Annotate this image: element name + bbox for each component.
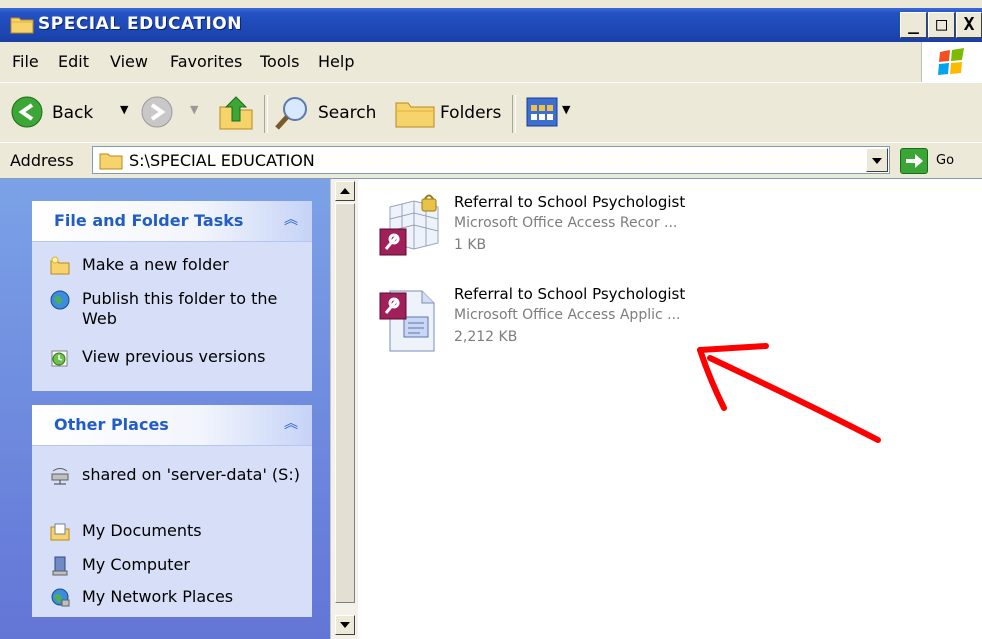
go-arrow-icon xyxy=(906,154,923,168)
close-button[interactable]: X xyxy=(956,12,982,38)
place-label: My Documents xyxy=(82,521,202,540)
toolbar-separator xyxy=(512,95,516,133)
search-button[interactable]: Search xyxy=(318,103,376,123)
views-dropdown-icon[interactable]: ▼ xyxy=(562,103,570,116)
address-bar: Address S:\SPECIAL EDUCATION Go xyxy=(0,142,982,179)
maximize-button[interactable]: □ xyxy=(928,12,955,38)
views-icon[interactable] xyxy=(526,97,558,127)
address-value: S:\SPECIAL EDUCATION xyxy=(129,151,315,170)
chevron-down-icon xyxy=(872,158,882,164)
folders-icon[interactable] xyxy=(394,95,436,131)
publish-web-icon xyxy=(50,290,70,310)
title-bar[interactable]: SPECIAL EDUCATION _ □ X xyxy=(0,8,982,42)
menu-help[interactable]: Help xyxy=(318,52,354,71)
new-folder-icon xyxy=(50,256,70,275)
forward-dropdown-icon[interactable]: ▼ xyxy=(190,103,198,116)
file-name: Referral to School Psychologist xyxy=(454,285,686,303)
scroll-thumb[interactable] xyxy=(335,203,355,603)
folders-button[interactable]: Folders xyxy=(440,103,501,123)
previous-versions-icon xyxy=(51,350,68,367)
back-arrow-icon[interactable] xyxy=(10,95,44,129)
chevron-down-icon xyxy=(340,622,350,628)
back-button[interactable]: Back xyxy=(52,103,93,123)
file-type: Microsoft Office Access Applic ... xyxy=(454,307,681,323)
other-places-panel: Other Places ︽ shared on 'server-data' (… xyxy=(32,405,312,617)
task-label: View previous versions xyxy=(82,347,266,366)
windows-logo-icon xyxy=(921,42,982,82)
panel-title: Other Places xyxy=(54,415,169,434)
collapse-chevron-icon[interactable]: ︽ xyxy=(284,413,298,433)
task-pane-scrollbar[interactable] xyxy=(330,179,358,639)
back-dropdown-icon[interactable]: ▼ xyxy=(120,103,128,116)
my-computer-icon xyxy=(52,556,68,576)
access-application-icon xyxy=(379,290,435,352)
task-label: Publish this folder to the Web xyxy=(82,289,278,328)
explorer-window: SPECIAL EDUCATION _ □ X File Edit View F… xyxy=(0,0,982,639)
chevron-up-icon xyxy=(340,188,350,194)
access-record-locking-icon xyxy=(379,194,439,256)
address-label: Address xyxy=(10,151,74,170)
file-folder-tasks-panel: File and Folder Tasks ︽ Make a new folde… xyxy=(32,201,312,391)
file-size: 1 KB xyxy=(454,237,487,253)
my-documents-icon xyxy=(50,523,70,541)
panel-header[interactable]: File and Folder Tasks ︽ xyxy=(32,201,312,242)
task-pane: File and Folder Tasks ︽ Make a new folde… xyxy=(0,179,330,639)
menu-file[interactable]: File xyxy=(12,52,39,71)
address-dropdown-button[interactable] xyxy=(866,148,888,172)
file-size: 2,212 KB xyxy=(454,329,518,345)
go-button[interactable] xyxy=(900,148,928,174)
place-label: shared on 'server-data' (S:) xyxy=(82,465,300,484)
collapse-chevron-icon[interactable]: ︽ xyxy=(284,209,298,229)
place-label: My Computer xyxy=(82,555,190,574)
menu-favorites[interactable]: Favorites xyxy=(170,52,242,71)
place-label: My Network Places xyxy=(82,587,234,606)
up-folder-icon[interactable] xyxy=(218,93,254,131)
address-input[interactable]: S:\SPECIAL EDUCATION xyxy=(92,146,890,174)
toolbar: Back ▼ ▼ Search Folders ▼ xyxy=(0,82,982,144)
menu-edit[interactable]: Edit xyxy=(58,52,89,71)
file-name: Referral to School Psychologist xyxy=(454,193,686,211)
minimize-button[interactable]: _ xyxy=(900,12,927,38)
search-icon[interactable] xyxy=(274,95,310,131)
my-network-places-icon xyxy=(51,588,70,607)
menu-bar: File Edit View Favorites Tools Help xyxy=(0,42,982,83)
menu-view[interactable]: View xyxy=(110,52,148,71)
panel-header[interactable]: Other Places ︽ xyxy=(32,405,312,446)
scroll-down-button[interactable] xyxy=(335,615,355,635)
forward-arrow-icon[interactable] xyxy=(140,95,174,129)
task-label: Make a new folder xyxy=(82,255,229,274)
annotation-arrow-icon xyxy=(697,343,881,443)
toolbar-separator xyxy=(264,95,268,133)
panel-title: File and Folder Tasks xyxy=(54,211,244,230)
go-label[interactable]: Go xyxy=(936,153,954,168)
folder-icon xyxy=(99,153,123,170)
scroll-up-button[interactable] xyxy=(335,181,355,201)
menu-tools[interactable]: Tools xyxy=(260,52,299,71)
window-title: SPECIAL EDUCATION xyxy=(38,14,242,34)
file-type: Microsoft Office Access Recor ... xyxy=(454,215,678,231)
folder-icon xyxy=(10,17,34,34)
network-drive-icon xyxy=(51,468,69,485)
